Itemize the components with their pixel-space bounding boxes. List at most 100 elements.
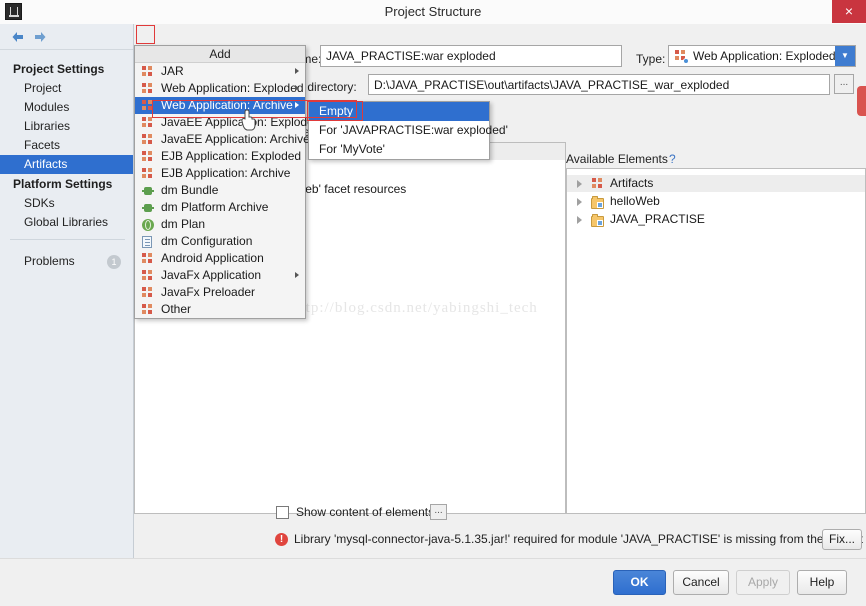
menu-item-label: Android Application — [161, 251, 264, 265]
show-content-label: Show content of elements — [296, 505, 435, 519]
sidebar-nav-bar — [0, 24, 133, 50]
output-directory-input[interactable]: D:\JAVA_PRACTISE\out\artifacts\JAVA_PRAC… — [368, 74, 830, 95]
sidebar-item-problems-label: Problems — [24, 254, 75, 268]
tree-row[interactable]: helloWeb — [567, 193, 865, 210]
document-icon — [142, 236, 152, 248]
menu-item-label: EJB Application: Exploded — [161, 149, 302, 163]
artifact-type-value: Web Application: Exploded — [693, 49, 836, 63]
chevron-right-icon — [295, 85, 299, 91]
sidebar-item-problems[interactable]: Problems 1 — [0, 252, 133, 271]
menu-item-label: EJB Application: Archive — [161, 166, 291, 180]
menu-item-label: dm Bundle — [161, 183, 219, 197]
sidebar-group-project-settings: Project Settings — [13, 62, 105, 76]
artifact-icon — [142, 270, 154, 282]
artifact-icon — [142, 168, 154, 180]
osgi-bundle-icon — [142, 202, 154, 214]
artifact-icon — [142, 66, 154, 78]
sidebar-item-libraries[interactable]: Libraries — [0, 117, 133, 136]
menu-item-label: JavaFx Preloader — [161, 285, 256, 299]
chevron-down-icon[interactable]: ▼ — [835, 46, 855, 66]
menu-item-jar[interactable]: JAR — [135, 63, 305, 80]
artifact-type-icon — [675, 50, 689, 64]
fix-button[interactable]: Fix... — [822, 529, 862, 550]
menu-item-label: JavaEE Application: Archive — [161, 132, 310, 146]
menu-item-android-application[interactable]: Android Application — [135, 250, 305, 267]
web-application-archive-submenu: Empty For 'JAVAPRACTISE:war exploded' Fo… — [308, 101, 508, 160]
error-icon: ! — [275, 533, 288, 546]
menu-item-label: JAR — [161, 64, 184, 78]
menu-item-dm-configuration[interactable]: dm Configuration — [135, 233, 305, 250]
ok-button[interactable]: OK — [613, 570, 666, 595]
artifact-icon — [142, 100, 154, 112]
menu-item-label: JavaEE Application: Exploded — [161, 115, 321, 129]
menu-item-javaee-application-archive[interactable]: JavaEE Application: Archive — [135, 131, 310, 148]
menu-item-label: dm Platform Archive — [161, 200, 269, 214]
menu-item-ejb-application-archive[interactable]: EJB Application: Archive — [135, 165, 305, 182]
artifact-icon — [142, 253, 154, 265]
menu-item-dm-platform-archive[interactable]: dm Platform Archive — [135, 199, 305, 216]
back-arrow-icon[interactable] — [10, 29, 26, 45]
menu-item-javafx-application[interactable]: JavaFx Application — [135, 267, 305, 284]
tree-row[interactable]: JAVA_PRACTISE — [567, 211, 865, 228]
type-label: Type: — [636, 52, 666, 66]
sidebar-divider — [10, 239, 125, 240]
sidebar-group-platform-settings: Platform Settings — [13, 177, 113, 191]
forward-arrow-icon[interactable] — [32, 29, 48, 45]
available-elements-tree[interactable]: Artifacts helloWeb JAVA_PRACTISE — [566, 168, 866, 514]
sidebar-item-modules[interactable]: Modules — [0, 98, 133, 117]
browse-output-directory-button[interactable]: ... — [834, 74, 854, 94]
sidebar: Project Settings Project Modules Librari… — [0, 24, 134, 558]
add-menu-header: Add — [135, 46, 305, 63]
cancel-button[interactable]: Cancel — [673, 570, 729, 595]
problems-count-badge: 1 — [107, 255, 121, 269]
menu-item-other[interactable]: Other — [135, 301, 305, 318]
folder-icon — [591, 196, 604, 209]
sidebar-item-facets[interactable]: Facets — [0, 136, 133, 155]
sidebar-item-project[interactable]: Project — [0, 79, 133, 98]
chevron-right-icon[interactable] — [576, 216, 584, 224]
tree-row[interactable]: Artifacts — [567, 175, 865, 192]
available-elements-title: Available Elements — [566, 152, 668, 166]
submenu-item-empty[interactable]: Empty — [309, 102, 489, 121]
menu-item-javaee-application-exploded[interactable]: JavaEE Application: Exploded — [135, 114, 320, 131]
menu-item-javafx-preloader[interactable]: JavaFx Preloader — [135, 284, 305, 301]
add-artifact-menu: Add JAR Web Application: Exploded Web Ap… — [134, 45, 320, 319]
sidebar-item-artifacts[interactable]: Artifacts — [0, 155, 133, 174]
chevron-right-icon — [295, 102, 299, 108]
chevron-right-icon[interactable] — [576, 198, 584, 206]
help-button[interactable]: Help — [797, 570, 847, 595]
artifact-icon — [142, 83, 154, 95]
submenu-item-for-javapractise-war-exploded[interactable]: For 'JAVAPRACTISE:war exploded' — [309, 121, 508, 140]
available-element-label: helloWeb — [610, 194, 660, 208]
artifact-type-select[interactable]: Web Application: Exploded ▼ — [668, 45, 856, 67]
show-content-options-button[interactable]: ... — [430, 504, 447, 520]
menu-item-dm-bundle[interactable]: dm Bundle — [135, 182, 305, 199]
osgi-bundle-icon — [142, 185, 154, 197]
menu-item-dm-plan[interactable]: dm Plan — [135, 216, 305, 233]
globe-icon — [142, 219, 154, 231]
menu-item-web-application-exploded[interactable]: Web Application: Exploded — [135, 80, 305, 97]
sidebar-item-sdks[interactable]: SDKs — [0, 194, 133, 213]
menu-item-label: dm Plan — [161, 217, 206, 231]
menu-item-web-application-archive[interactable]: Web Application: Archive — [135, 97, 305, 114]
sidebar-item-global-libraries[interactable]: Global Libraries — [0, 213, 133, 232]
artifact-name-input[interactable]: JAVA_PRACTISE:war exploded — [320, 45, 622, 67]
artifact-icon — [142, 151, 154, 163]
window-title: Project Structure — [384, 4, 482, 19]
available-element-label: Artifacts — [610, 176, 654, 190]
dialog-footer: OK Cancel Apply Help — [0, 558, 866, 606]
available-element-label: JAVA_PRACTISE — [610, 212, 705, 226]
close-icon[interactable]: × — [832, 0, 866, 23]
help-icon[interactable]: ? — [669, 152, 676, 166]
menu-item-ejb-application-exploded[interactable]: EJB Application: Exploded — [135, 148, 305, 165]
artifact-icon — [592, 178, 604, 190]
chevron-right-icon[interactable] — [576, 180, 584, 188]
submenu-item-for-myvote[interactable]: For 'MyVote' — [309, 140, 489, 159]
artifact-icon — [142, 304, 154, 316]
edge-indicator — [857, 86, 866, 116]
artifact-icon — [142, 287, 154, 299]
menu-item-label: Web Application: Archive — [161, 98, 293, 112]
show-content-checkbox[interactable] — [276, 506, 289, 519]
project-structure-dialog: Project Structure × Project Settings Pro… — [0, 0, 866, 606]
menu-item-label: Other — [161, 302, 192, 316]
